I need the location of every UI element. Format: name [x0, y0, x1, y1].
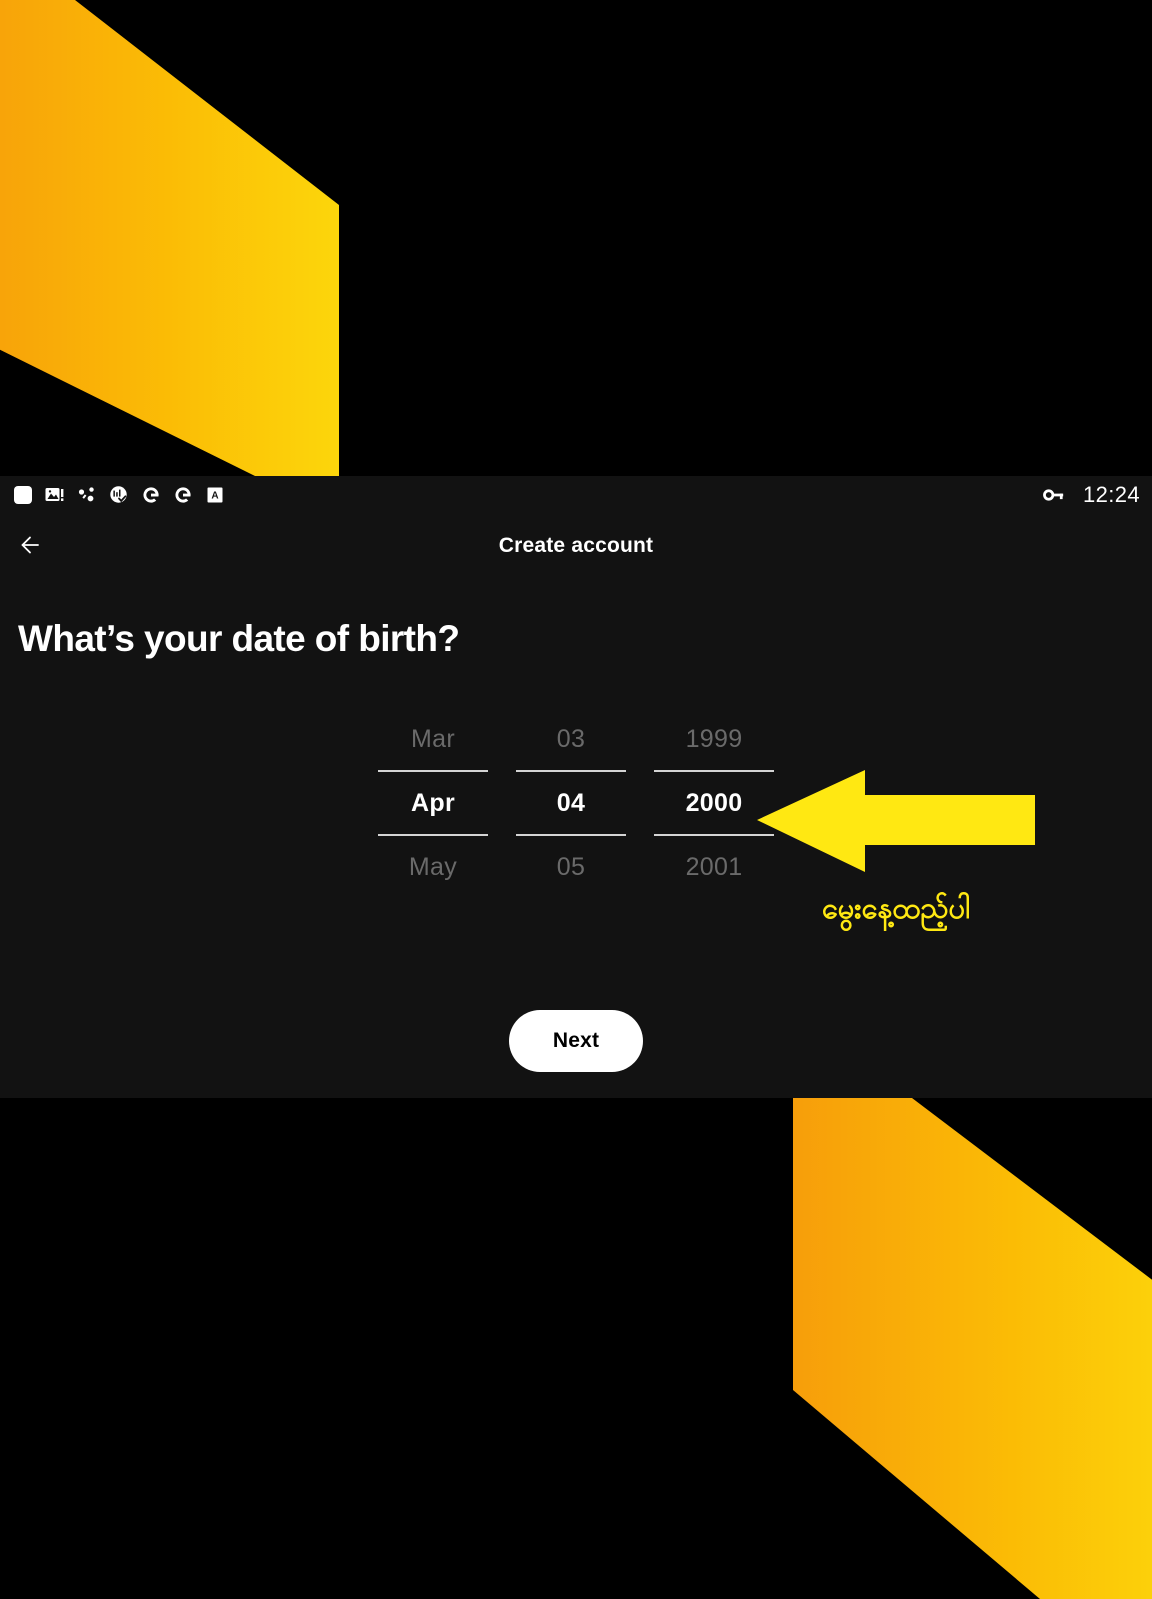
- year-picker-column[interactable]: 1999 2000 2001: [654, 708, 774, 898]
- headline: What’s your date of birth?: [18, 618, 460, 659]
- month-next-value[interactable]: May: [378, 836, 488, 898]
- share-nodes-icon: [76, 484, 98, 506]
- svg-text:A: A: [211, 491, 218, 502]
- clock-check-icon: [108, 484, 130, 506]
- month-previous-value[interactable]: Mar: [378, 708, 488, 770]
- day-next-value[interactable]: 05: [516, 836, 626, 898]
- spotify-create-account-screen: A 12:24 Create account What’s your date …: [0, 476, 1152, 1098]
- status-bar-system-icons: 12:24: [1043, 482, 1140, 508]
- year-next-value[interactable]: 2001: [654, 836, 774, 898]
- decorative-parallelogram-bottom: [793, 1098, 1152, 1599]
- decorative-parallelogram-top: [0, 0, 339, 476]
- google-g-icon: [172, 484, 194, 506]
- month-selected-value[interactable]: Apr: [378, 772, 488, 834]
- year-selected-value[interactable]: 2000: [654, 772, 774, 834]
- next-button[interactable]: Next: [509, 1010, 643, 1072]
- status-bar-clock: 12:24: [1082, 482, 1140, 507]
- image-alert-icon: [44, 484, 66, 506]
- year-previous-value[interactable]: 1999: [654, 708, 774, 770]
- status-bar-notification-icons: A: [12, 484, 226, 506]
- status-bar: A 12:24: [0, 476, 1152, 514]
- day-selected-value[interactable]: 04: [516, 772, 626, 834]
- rounded-square-icon: [12, 484, 34, 506]
- page-title: Create account: [498, 534, 654, 557]
- app-header: Create account: [0, 518, 1152, 574]
- google-g-icon: [140, 484, 162, 506]
- date-of-birth-picker[interactable]: Mar Apr May 03 04 05 1999 2000 2001: [0, 708, 1152, 898]
- month-picker-column[interactable]: Mar Apr May: [378, 708, 488, 898]
- annotation-text: မွေးနေ့ထည့်ပါ: [821, 891, 971, 925]
- day-previous-value[interactable]: 03: [516, 708, 626, 770]
- key-icon: [1043, 484, 1065, 506]
- a-box-icon: A: [204, 484, 226, 506]
- day-picker-column[interactable]: 03 04 05: [516, 708, 626, 898]
